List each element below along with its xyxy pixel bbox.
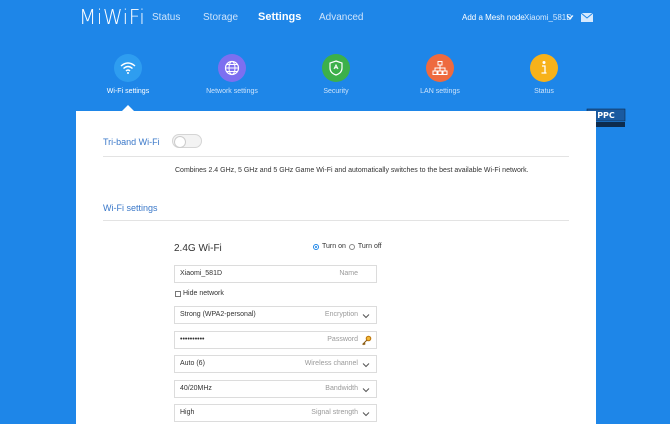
bandwidth-placeholder: Bandwidth <box>325 385 358 392</box>
signal-value: High <box>180 409 195 416</box>
divider <box>103 156 569 157</box>
password-placeholder: Password <box>327 336 358 343</box>
svg-text:PPC: PPC <box>597 111 615 120</box>
name-field[interactable]: Xiaomi_581D Name <box>174 265 377 283</box>
signal-strength-select[interactable]: High Signal strength <box>174 404 377 422</box>
category-label: LAN settings <box>420 88 460 95</box>
add-mesh-node-link[interactable]: Add a Mesh node <box>462 13 525 22</box>
chevron-down-icon <box>362 388 370 393</box>
miwifi-logo[interactable]: MiWiFi <box>79 5 145 29</box>
encryption-value: Strong (WPA2-personal) <box>180 311 256 318</box>
wireless-channel-select[interactable]: Auto (6) Wireless channel <box>174 355 377 373</box>
channel-value: Auto (6) <box>180 360 205 367</box>
password-field[interactable]: •••••••••• Password <box>174 331 377 349</box>
signal-placeholder: Signal strength <box>311 409 358 416</box>
chevron-down-icon <box>362 314 370 319</box>
triband-description: Combines 2.4 GHz, 5 GHz and 5 GHz Game W… <box>175 167 529 174</box>
turn-on-radio[interactable] <box>313 243 319 250</box>
key-icon[interactable] <box>361 335 372 346</box>
chevron-down-icon <box>362 412 370 417</box>
hide-network-checkbox[interactable] <box>175 290 181 297</box>
category-wifi-settings[interactable]: Wi-Fi settings <box>83 54 173 95</box>
info-icon <box>530 54 558 82</box>
nav-storage[interactable]: Storage <box>203 12 238 23</box>
triband-toggle[interactable] <box>172 134 202 148</box>
category-label: Status <box>534 88 554 95</box>
category-label: Wi-Fi settings <box>106 88 150 95</box>
name-placeholder: Name <box>339 270 358 277</box>
bandwidth-select[interactable]: 40/20MHz Bandwidth <box>174 380 377 398</box>
nav-status[interactable]: Status <box>152 12 180 23</box>
divider <box>103 220 569 221</box>
chevron-down-icon[interactable] <box>566 13 574 21</box>
channel-placeholder: Wireless channel <box>304 360 358 367</box>
lan-icon <box>426 54 454 82</box>
power-radio-group: Turn on Turn off <box>313 243 382 250</box>
bandwidth-value: 40/20MHz <box>180 385 212 392</box>
nav-settings[interactable]: Settings <box>258 11 301 23</box>
wifi-icon <box>114 54 142 82</box>
hide-network-label[interactable]: Hide network <box>183 290 224 297</box>
password-value: •••••••••• <box>180 336 205 343</box>
category-label: Network settings <box>206 88 258 95</box>
encryption-select[interactable]: Strong (WPA2-personal) Encryption <box>174 306 377 324</box>
nav-advanced[interactable]: Advanced <box>319 12 363 23</box>
router-name-dropdown[interactable]: Xiaomi_581D <box>524 13 572 22</box>
encryption-placeholder: Encryption <box>324 311 358 318</box>
name-value: Xiaomi_581D <box>180 270 223 277</box>
mail-icon[interactable] <box>581 13 593 22</box>
wifi-settings-title: Wi-Fi settings <box>103 203 158 213</box>
band-title: 2.4G Wi-Fi <box>174 243 222 254</box>
top-bar: MiWiFi Status Storage Settings Advanced … <box>0 0 670 40</box>
category-status[interactable]: Status <box>499 54 589 95</box>
triband-title: Tri-band Wi-Fi <box>103 137 160 147</box>
shield-icon <box>322 54 350 82</box>
category-security[interactable]: Security <box>291 54 381 95</box>
turn-off-radio[interactable] <box>348 243 355 250</box>
category-lan-settings[interactable]: LAN settings <box>395 54 485 95</box>
category-network-settings[interactable]: Network settings <box>187 54 277 95</box>
toggle-knob <box>174 136 186 148</box>
turn-on-label[interactable]: Turn on <box>322 243 346 250</box>
chevron-down-icon <box>362 363 370 368</box>
turn-off-label[interactable]: Turn off <box>358 243 382 250</box>
hide-network-row: Hide network <box>175 290 224 297</box>
category-label: Security <box>323 88 349 95</box>
globe-icon <box>218 54 246 82</box>
